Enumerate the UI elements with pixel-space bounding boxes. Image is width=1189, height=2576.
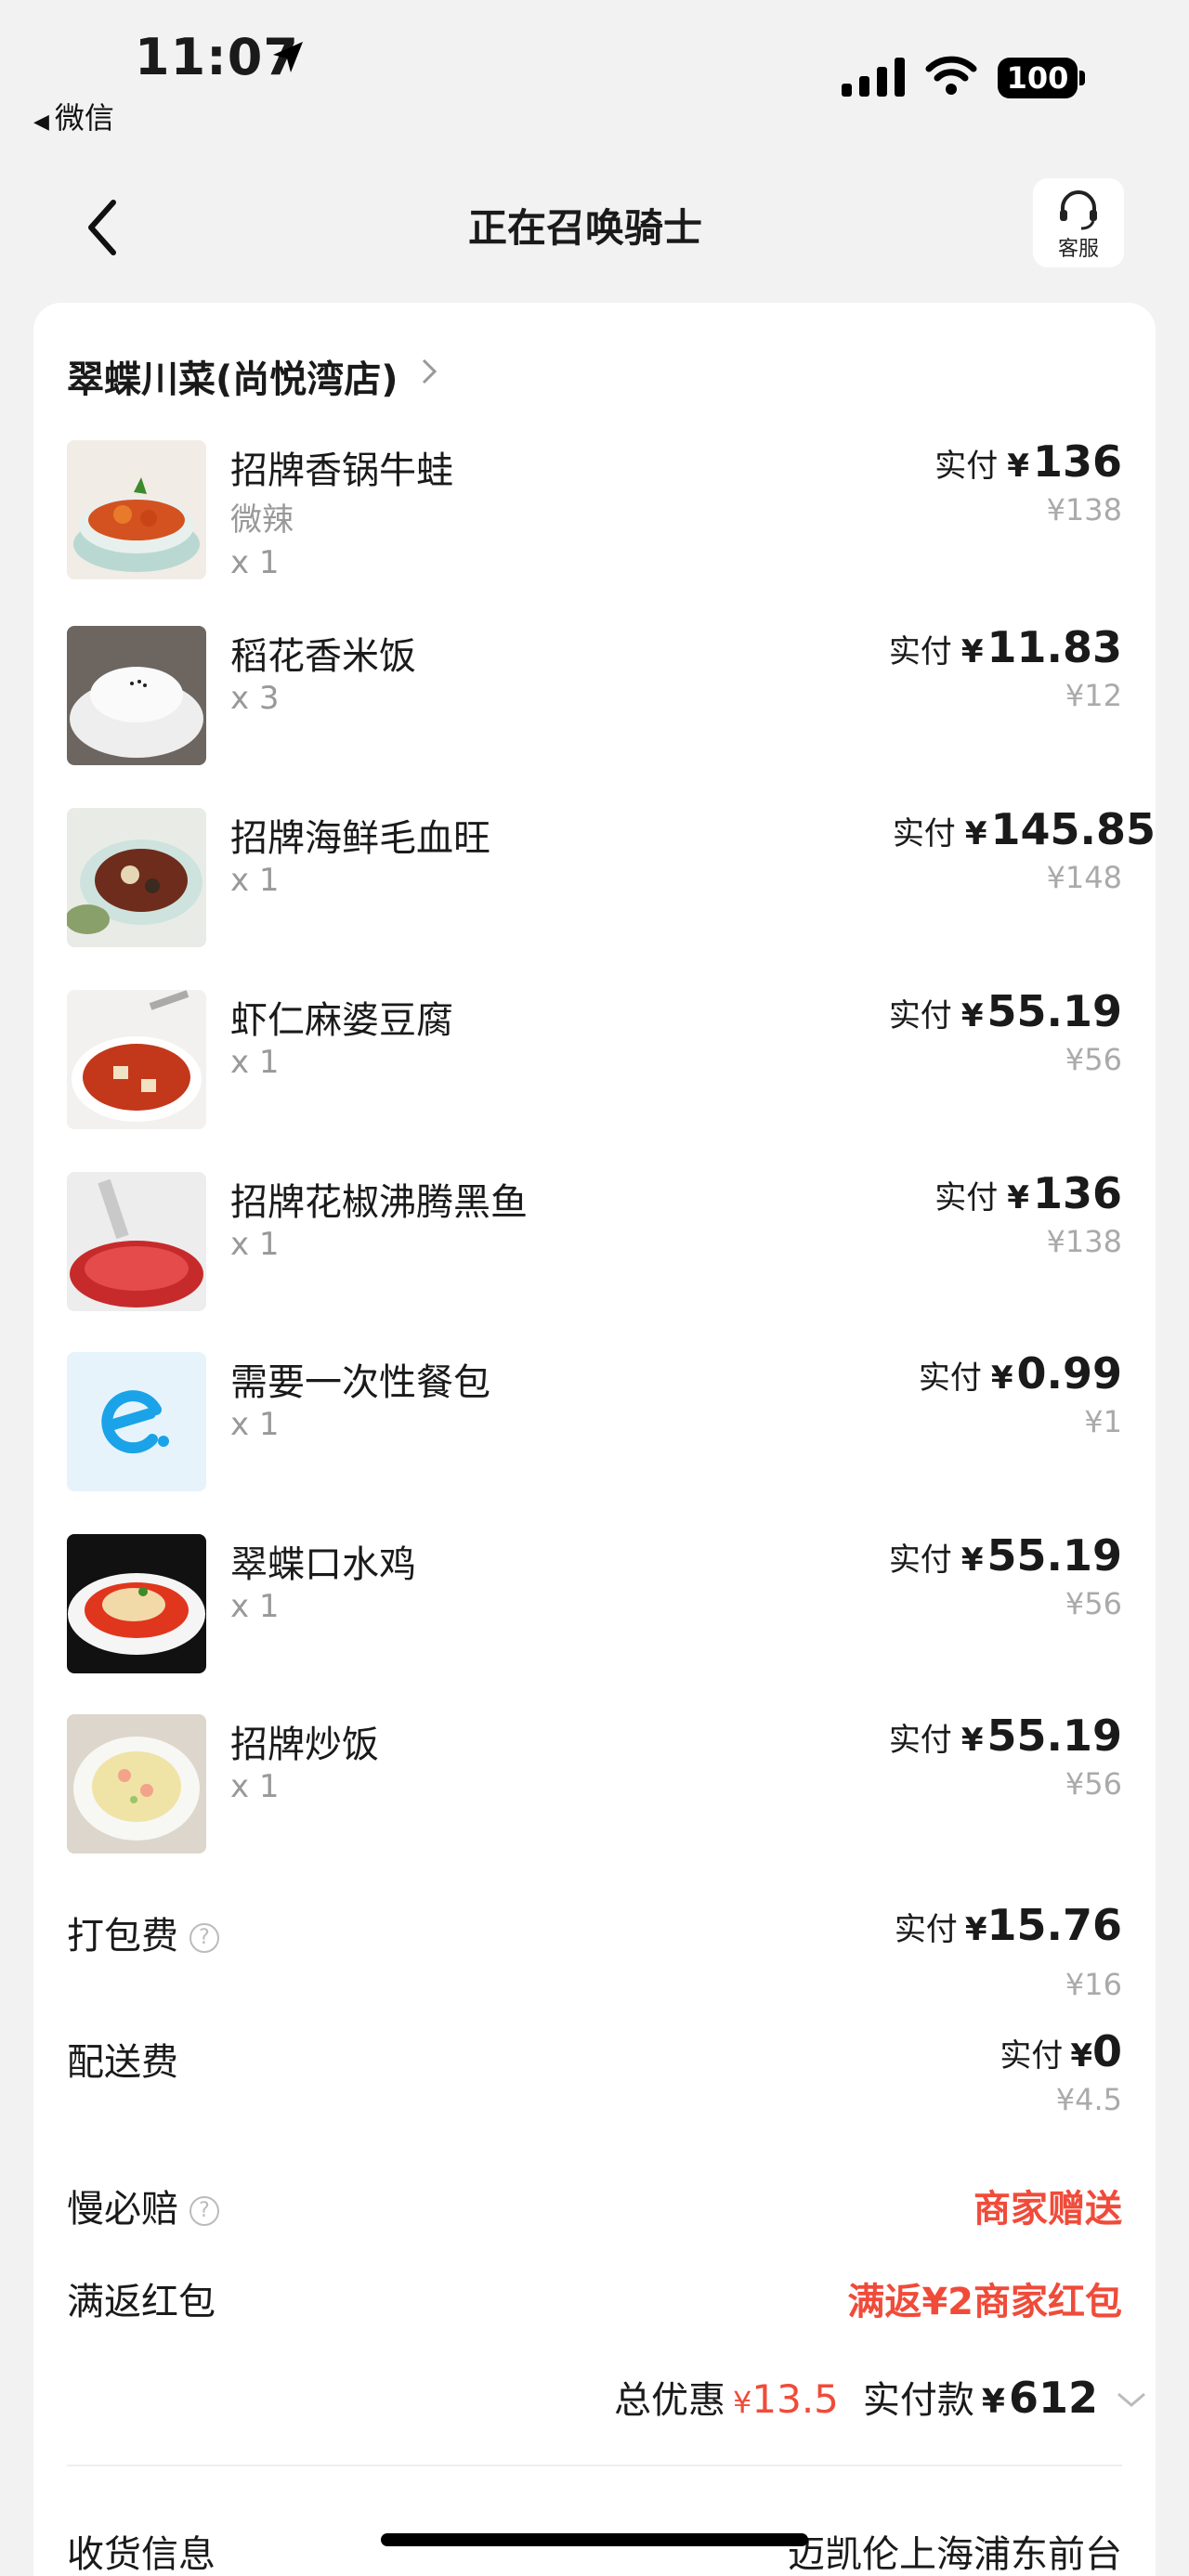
item-quantity: x 1 [230, 1406, 280, 1443]
help-icon[interactable]: ? [189, 2196, 219, 2226]
item-quantity: x 1 [230, 1044, 280, 1081]
shop-name[interactable]: 翠蝶川菜(尚悦湾店) [67, 349, 399, 403]
item-original-price: ¥138 [1046, 492, 1122, 527]
item-original-price: ¥138 [1046, 1224, 1122, 1259]
help-icon[interactable]: ? [189, 1923, 219, 1953]
back-triangle-icon: ◀ [33, 111, 49, 134]
item-name: 需要一次性餐包 [230, 1361, 490, 1404]
item-name: 招牌炒饭 [230, 1724, 379, 1766]
status-bar: 11:07 ◀ 微信 100 [0, 0, 1189, 139]
delivery-fee-original: ¥4.5 [1055, 2082, 1122, 2117]
item-quantity: x 1 [230, 1226, 280, 1263]
red-packet-value: 满返¥2商家红包 [847, 2281, 1122, 2323]
back-app-label: 微信 [54, 100, 114, 136]
slow-compensation-label: 慢必赔? [67, 2179, 219, 2232]
order-item: 翠蝶口水鸡 x 1 实付 ¥55.19 ¥56 [67, 1530, 1156, 1683]
order-item: 招牌炒饭 x 1 实付 ¥55.19 ¥56 [67, 1711, 1156, 1863]
item-name: 翠蝶口水鸡 [230, 1543, 416, 1586]
dish-image [67, 1172, 206, 1311]
item-original-price: ¥56 [1065, 1042, 1122, 1077]
item-name: 招牌香锅牛蛙 [230, 449, 453, 492]
item-original-price: ¥148 [1046, 860, 1122, 895]
item-quantity: x 1 [230, 862, 280, 899]
item-original-price: ¥12 [1065, 678, 1122, 713]
nav-bar: 正在召唤骑士 客服 [0, 158, 1189, 288]
order-item: 虾仁麻婆豆腐 x 1 实付 ¥55.19 ¥56 [67, 986, 1156, 1138]
eleme-logo-icon [67, 1352, 206, 1491]
item-paid-price: 实付 ¥55.19 [888, 986, 1122, 1036]
item-paid-price: 实付 ¥55.19 [888, 1530, 1122, 1581]
customer-service-button[interactable]: 客服 [1033, 178, 1124, 267]
item-quantity: x 1 [230, 1588, 280, 1625]
headset-icon [1060, 190, 1097, 230]
item-name: 招牌花椒沸腾黑鱼 [230, 1181, 528, 1224]
chevron-down-icon[interactable] [1115, 2388, 1148, 2411]
delivery-fee-label: 配送费 [67, 2041, 178, 2084]
item-paid-price: 实付 ¥0.99 [918, 1348, 1122, 1399]
receiver-label: 收货信息 [67, 2533, 216, 2576]
paid-total-amount: 612 [1008, 2373, 1098, 2423]
chevron-right-icon[interactable] [418, 355, 440, 388]
dish-image [67, 440, 206, 579]
item-spec: 微辣 [230, 501, 294, 539]
receiver-value: 迈凯伦上海浦东前台 [788, 2533, 1122, 2576]
item-paid-price: 实付 ¥145.85 [892, 804, 1156, 854]
page-title: 正在召唤骑士 [467, 205, 702, 251]
red-packet-label: 满返红包 [67, 2281, 216, 2323]
home-indicator[interactable] [381, 2533, 808, 2546]
dish-image [67, 990, 206, 1129]
order-summary[interactable]: 总优惠 ¥13.5 实付款 ¥612 [33, 2370, 1156, 2435]
back-to-app-link[interactable]: ◀ 微信 [33, 95, 114, 137]
packing-fee-label: 打包费? [67, 1906, 219, 1959]
delivery-fee-paid: 实付 ¥0 [1000, 2026, 1122, 2076]
item-original-price: ¥56 [1065, 1766, 1122, 1802]
order-card: 翠蝶川菜(尚悦湾店) 招牌香锅牛蛙 微辣 x 1 实付 ¥136 ¥138 稻花香… [33, 303, 1156, 2576]
item-quantity: x 3 [230, 680, 280, 717]
item-name: 虾仁麻婆豆腐 [230, 999, 453, 1042]
customer-service-label: 客服 [1057, 238, 1099, 261]
item-quantity: x 1 [230, 544, 280, 581]
order-item: 稻花香米饭 x 3 实付 ¥11.83 ¥12 [67, 622, 1156, 774]
slow-compensation-value: 商家赠送 [973, 2188, 1122, 2231]
dish-image [67, 808, 206, 947]
order-item: 招牌海鲜毛血旺 x 1 实付 ¥145.85 ¥148 [67, 804, 1156, 956]
discount-amount: ¥13.5 [733, 2376, 839, 2422]
packing-fee-original: ¥16 [1065, 1967, 1122, 2002]
item-original-price: ¥1 [1084, 1404, 1122, 1439]
dish-image [67, 1714, 206, 1854]
item-paid-price: 实付 ¥55.19 [888, 1711, 1122, 1761]
item-quantity: x 1 [230, 1768, 280, 1805]
item-paid-price: 实付 ¥136 [934, 1168, 1122, 1218]
discount-label: 总优惠 [614, 2379, 726, 2422]
location-arrow-icon [273, 42, 303, 72]
battery-level: 100 [998, 58, 1078, 98]
item-name: 招牌海鲜毛血旺 [230, 817, 490, 860]
order-item: 招牌香锅牛蛙 微辣 x 1 实付 ¥136 ¥138 [67, 436, 1156, 589]
order-item: 需要一次性餐包 x 1 实付 ¥0.99 ¥1 [67, 1348, 1156, 1501]
dish-image [67, 626, 206, 765]
item-name: 稻花香米饭 [230, 635, 416, 678]
cellular-signal-icon [842, 58, 905, 97]
dish-image [67, 1534, 206, 1673]
item-original-price: ¥56 [1065, 1586, 1122, 1621]
battery-icon: 100 [998, 58, 1087, 100]
wifi-icon [925, 56, 977, 95]
divider [67, 2465, 1122, 2466]
item-paid-price: 实付 ¥11.83 [888, 622, 1122, 672]
order-item: 招牌花椒沸腾黑鱼 x 1 实付 ¥136 ¥138 [67, 1168, 1156, 1321]
paid-total-label: 实付款 [862, 2379, 974, 2422]
item-paid-price: 实付 ¥136 [934, 436, 1122, 487]
packing-fee-paid: 实付 ¥15.76 [894, 1900, 1122, 1950]
